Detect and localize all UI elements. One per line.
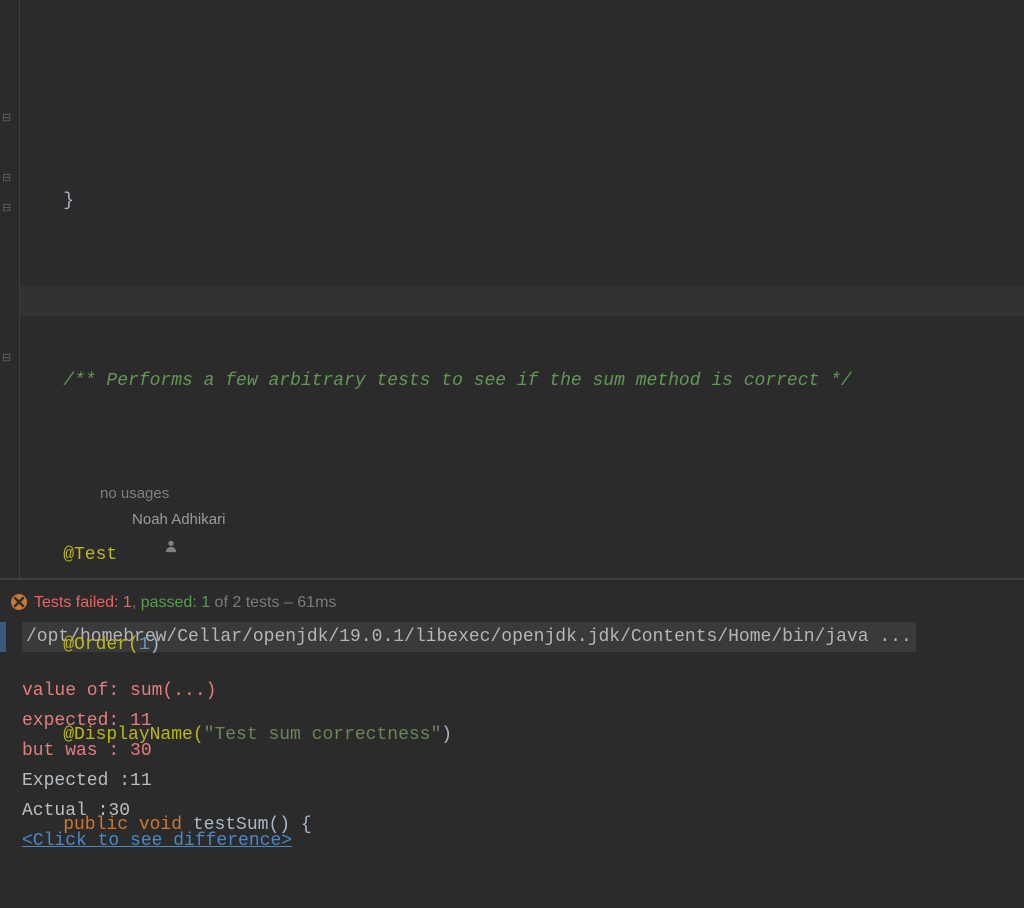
- method-name: testSum() {: [193, 815, 312, 835]
- javadoc-comment: /** Performs a few arbitrary tests to se…: [20, 371, 852, 391]
- expected-value: 11: [130, 771, 152, 791]
- gutter: ⊟ ⊟ ⊟ ⊟: [0, 0, 20, 578]
- fold-marker-icon[interactable]: ⊟: [2, 204, 11, 215]
- keyword-void: void: [139, 815, 193, 835]
- code-editor[interactable]: } /** Performs a few arbitrary tests to …: [20, 0, 1024, 578]
- error-line: value of: sum(...): [22, 676, 1024, 706]
- brace: }: [20, 191, 74, 211]
- author-icon: [114, 511, 128, 525]
- author-name[interactable]: Noah Adhikari: [132, 511, 225, 528]
- editor-pane[interactable]: ⊟ ⊟ ⊟ ⊟ } /** Performs a few arbitrary t…: [0, 0, 1024, 578]
- annotation-test: @Test: [20, 545, 117, 565]
- keyword-public: public: [20, 815, 139, 835]
- expected-label: Expected :: [22, 771, 130, 791]
- failed-count: Tests failed: 1: [34, 594, 132, 611]
- passed-count: passed: 1: [141, 594, 210, 611]
- tests-total: of 2 tests – 61ms: [210, 594, 336, 611]
- test-status-bar: Tests failed: 1, passed: 1 of 2 tests – …: [0, 588, 1024, 622]
- fold-marker-icon[interactable]: ⊟: [2, 174, 11, 185]
- error-icon: [10, 593, 28, 611]
- usages-hint[interactable]: no usages: [100, 485, 169, 502]
- fold-marker-icon[interactable]: ⊟: [2, 114, 11, 125]
- annotation-displayname: @DisplayName(: [20, 725, 204, 745]
- annotation-order: @Order(: [20, 635, 139, 655]
- console-highlight-strip: [0, 622, 6, 652]
- fold-marker-icon[interactable]: ⊟: [2, 354, 11, 365]
